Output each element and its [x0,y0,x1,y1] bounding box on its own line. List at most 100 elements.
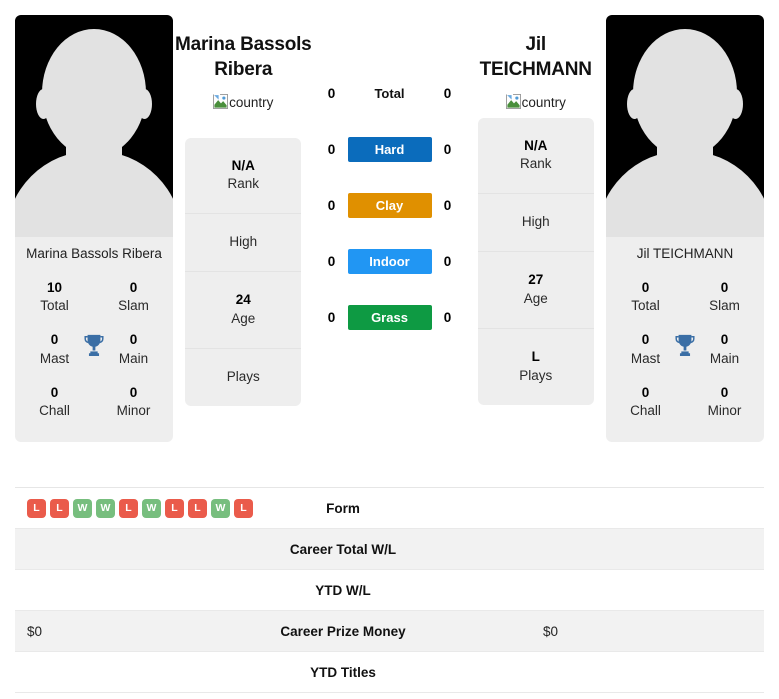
form-badge-win[interactable]: W [96,498,115,518]
stat-row-career-prize-money: $0 Career Prize Money $0 [15,611,764,652]
h2h-left-score: 0 [327,309,336,325]
titles-row: 0 Chall 0 Minor [15,376,173,428]
h2h-right-score: 0 [443,309,452,325]
titles-chall-value: 0 [641,384,650,400]
titles-main-label: Main [118,350,149,366]
titles-chall-label: Chall [630,403,661,419]
stat-label-form: Form [326,500,360,516]
h2h-surface-indoor[interactable]: Indoor [347,248,432,274]
stat-comparison-table: LLWWLWLLWL Form Career Total W/L YTD W/L… [15,487,764,699]
head-to-head-column: 0 Total 0 0 Hard 0 0 Clay 0 0 Indoor 0 0 [314,10,466,345]
titles-main-value: 0 [720,332,729,348]
player-card-left[interactable]: Marina Bassols Ribera 10 Total 0 Slam 0 … [15,15,173,443]
h2h-left-score: 0 [327,85,336,101]
h2h-surface-total[interactable]: Total [348,81,432,106]
titles-main-value: 0 [129,332,138,348]
h2h-right-score: 0 [443,85,452,101]
form-badge-win[interactable]: W [211,498,230,518]
form-badge-win[interactable]: W [73,498,92,518]
titles-chall-label: Chall [39,403,70,419]
form-badges-left: LLWWLWLLWL [27,498,253,518]
titles-minor-value: 0 [720,384,729,400]
bio-row-plays-right: L Plays [478,329,594,405]
avatar-ear-right-icon [728,89,743,119]
player-info-left: Marina Bassols Ribera country N/A Rank H… [173,10,314,406]
bio-card-left: N/A Rank High 24 Age Plays [185,137,302,406]
titles-total-left: 10 Total [15,279,94,315]
titles-main-label: Main [709,350,740,366]
comparison-header: Marina Bassols Ribera 10 Total 0 Slam 0 … [0,0,779,478]
titles-minor-right: 0 Minor [685,384,764,420]
h2h-surface-grass[interactable]: Grass [347,304,432,330]
bio-high-label: High [229,234,258,250]
bio-age-label: Age [523,291,548,307]
bio-age-value: 24 [235,292,251,308]
player-comparison-page: Marina Bassols Ribera 10 Total 0 Slam 0 … [0,0,779,699]
h2h-row: 0 Indoor 0 [314,233,466,289]
titles-main-right: 0 Main [685,331,764,367]
h2h-surface-clay[interactable]: Clay [347,192,432,218]
stat-row-career-total-wl: Career Total W/L [15,529,764,570]
h2h-surface-hard[interactable]: Hard [347,136,432,162]
form-badge-loss[interactable]: L [119,498,138,518]
form-badge-loss[interactable]: L [50,498,69,518]
titles-slam-value: 0 [720,280,729,295]
form-badge-loss[interactable]: L [188,498,207,518]
titles-minor-left: 0 Minor [94,384,173,420]
titles-chall-right: 0 Chall [606,384,685,420]
h2h-left-score: 0 [327,141,336,157]
player-photo-left [15,15,173,237]
career-prize-money-right: $0 [543,623,559,639]
player-name-line2: TEICHMANN [479,59,592,81]
stat-row-form: LLWWLWLLWL Form [15,488,764,529]
player-name-line2: Ribera [214,59,273,81]
player-card-right[interactable]: Jil TEICHMANN 0 Total 0 Slam 0 Mast 0 Ma… [606,15,764,443]
bio-row-age-right: 27 Age [477,252,594,329]
titles-grid-right: 0 Total 0 Slam 0 Mast 0 Main 0 Chall 0 M… [606,265,764,442]
h2h-right-score: 0 [443,141,452,157]
player-name-right: Jil TEICHMANN [466,32,607,83]
form-badge-loss[interactable]: L [165,498,184,518]
player-name-line1: Jil [525,34,547,55]
titles-slam-label: Slam [709,298,740,314]
h2h-row: 0 Grass 0 [314,289,466,345]
stat-label-career-total-wl: Career Total W/L [289,541,397,557]
stat-label-career-prize-money: Career Prize Money [280,623,406,639]
form-badge-loss[interactable]: L [27,498,46,518]
trophy-icon [675,334,695,356]
titles-total-value: 10 [46,280,63,295]
country-flag-right: country [466,93,607,110]
country-flag-left: country [173,93,314,110]
bio-rank-value: N/A [231,157,255,173]
bio-plays-value: L [531,348,540,364]
titles-row: 10 Total 0 Slam [15,271,173,323]
titles-total-value: 0 [641,280,650,295]
form-badge-win[interactable]: W [142,498,161,518]
titles-total-label: Total [631,298,660,314]
titles-minor-value: 0 [129,384,138,400]
bio-rank-label: Rank [227,176,259,192]
bio-row-high-left: High [185,214,302,273]
player-name-line1: Marina Bassols [174,34,312,55]
h2h-row: 0 Clay 0 [314,177,466,233]
stat-row-ytd-titles: YTD Titles [15,652,764,693]
avatar-ear-left-icon [36,89,51,119]
bio-row-rank-right: N/A Rank [477,118,594,195]
h2h-row: 0 Hard 0 [314,121,466,177]
titles-slam-label: Slam [118,298,149,314]
titles-chall-value: 0 [50,384,59,400]
bio-row-plays-left: Plays [185,349,301,406]
player-info-right: Jil TEICHMANN country N/A Rank High 27 A… [466,10,607,405]
trophy-icon [84,334,104,356]
broken-image-icon [505,93,521,109]
form-left: LLWWLWLLWL [15,498,253,518]
player-card-name-left: Marina Bassols Ribera [26,246,162,261]
bio-high-label: High [521,214,550,230]
player-card-name-right: Jil TEICHMANN [636,246,734,261]
h2h-left-score: 0 [327,253,336,269]
bio-age-value: 27 [528,272,544,288]
titles-chall-left: 0 Chall [15,384,94,420]
career-prize-money-left: $0 [27,623,43,639]
titles-row: 0 Total 0 Slam [606,271,764,323]
bio-plays-label: Plays [519,367,553,383]
